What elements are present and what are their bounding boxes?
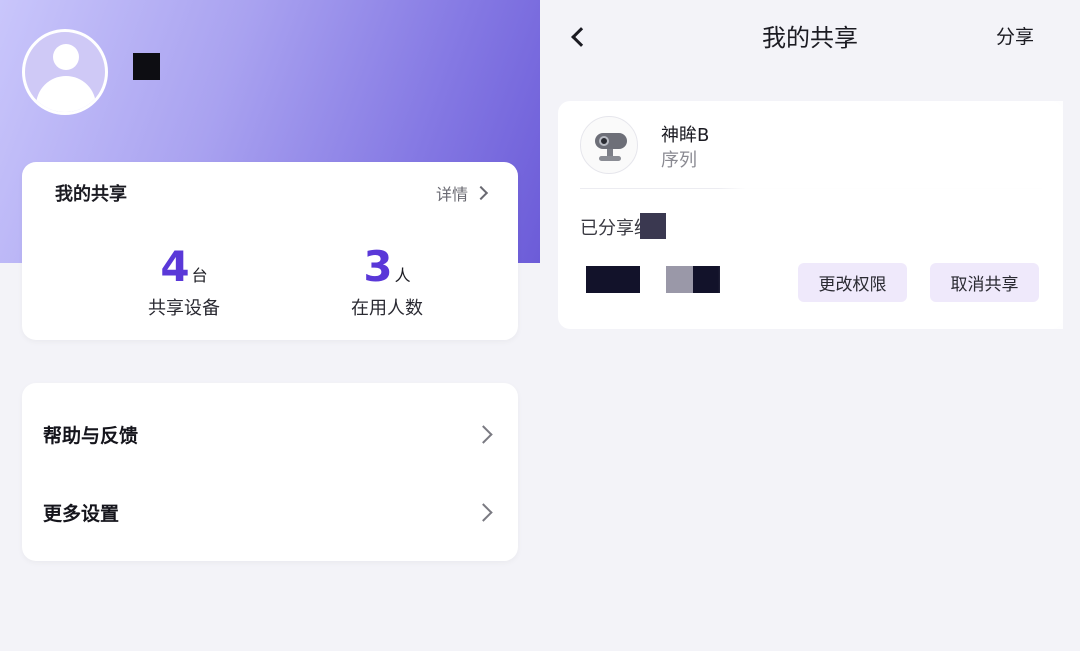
camera-icon (580, 116, 638, 174)
redacted-username (133, 53, 160, 80)
shared-devices-unit: 台 (191, 266, 208, 285)
redacted-user-avatar (693, 266, 720, 293)
divider (580, 188, 1042, 189)
detail-label: 详情 (435, 185, 468, 204)
active-users-unit: 人 (394, 266, 411, 285)
redacted-user-avatar (586, 266, 640, 293)
redacted-user-avatar (666, 266, 693, 293)
detail-link[interactable]: 详情 (435, 181, 489, 205)
device-serial-label: 序列 (661, 150, 697, 171)
chevron-right-icon (474, 424, 493, 444)
chevron-right-icon (474, 502, 493, 522)
menu-item-label: 帮助与反馈 (43, 424, 139, 447)
avatar-head (53, 44, 79, 70)
my-share-card: 我的共享 详情 4 台 共享设备 3 人 在用人数 (22, 162, 518, 340)
shared-devices-count: 4 (160, 242, 190, 291)
chevron-right-icon (473, 185, 489, 201)
menu-item-help-feedback[interactable]: 帮助与反馈 (22, 395, 518, 473)
device-name: 神眸B (661, 125, 710, 146)
change-permission-button[interactable]: 更改权限 (798, 263, 907, 302)
my-share-title: 我的共享 (55, 184, 127, 205)
shared-devices-stat: 4 台 共享设备 (99, 244, 269, 320)
menu-item-label: 更多设置 (43, 502, 120, 525)
menu-item-more-settings[interactable]: 更多设置 (22, 473, 518, 551)
settings-menu-card: 帮助与反馈 更多设置 (22, 383, 518, 561)
redacted-count (640, 213, 666, 239)
cancel-share-button[interactable]: 取消共享 (930, 263, 1039, 302)
shared-devices-label: 共享设备 (148, 298, 220, 319)
profile-panel: 我的共享 详情 4 台 共享设备 3 人 在用人数 帮助与反馈 更多设置 (0, 0, 540, 651)
share-button[interactable]: 分享 (996, 22, 1034, 49)
shared-device-card: 神眸B 序列 已分享给 更改权限 取消共享 (558, 101, 1063, 329)
active-users-stat: 3 人 在用人数 (302, 244, 472, 320)
avatar-body (36, 76, 96, 112)
user-avatar-icon[interactable] (22, 29, 108, 115)
active-users-count: 3 (363, 242, 393, 291)
active-users-label: 在用人数 (351, 298, 423, 319)
